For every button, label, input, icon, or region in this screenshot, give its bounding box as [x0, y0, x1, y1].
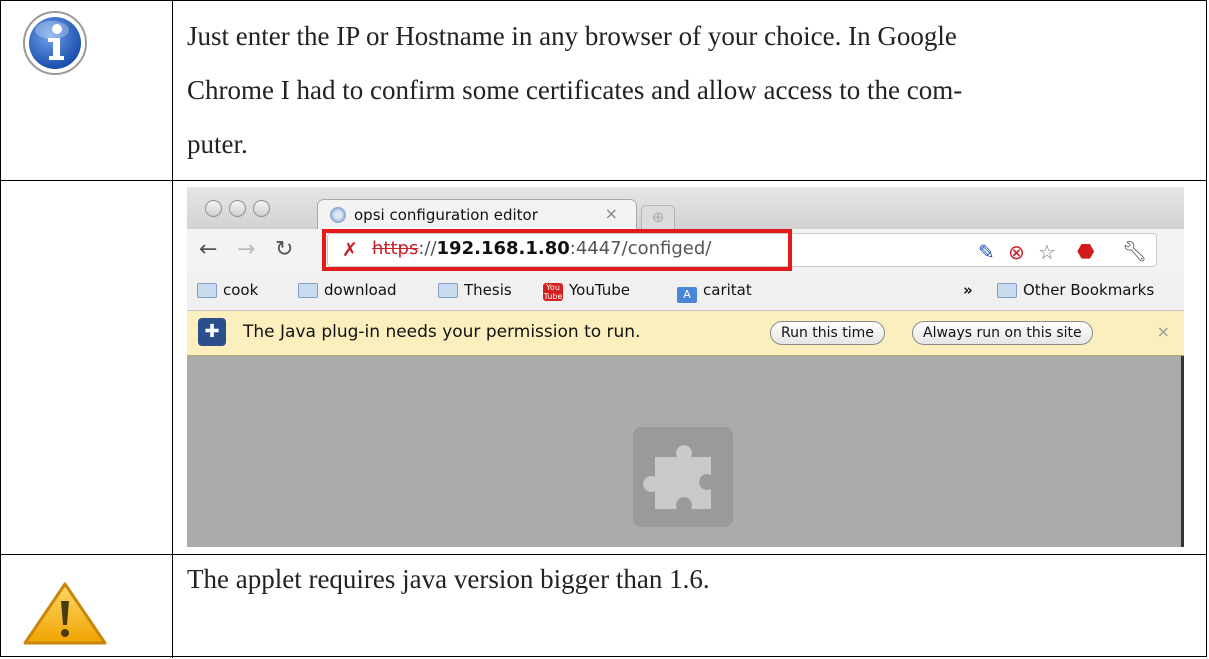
bookmark-label: caritat: [703, 281, 752, 299]
url-highlight-box: [322, 229, 792, 271]
warning-icon: [23, 582, 107, 645]
bookmark-thesis[interactable]: Thesis: [438, 281, 512, 299]
close-icon[interactable]: ×: [1157, 322, 1170, 341]
close-icon[interactable]: ×: [605, 204, 618, 223]
folder-icon: [438, 283, 458, 298]
java-permission-infobar: ✚ The Java plug-in needs your permission…: [187, 311, 1184, 356]
info-icon: [23, 11, 87, 75]
bookmarks-overflow-chevron[interactable]: »: [963, 281, 973, 299]
plugin-icon: ✚: [198, 318, 226, 346]
bookmarks-bar: cook download Thesis You Tube YouTube Acar…: [187, 273, 1184, 311]
bookmark-label: Other Bookmarks: [1023, 281, 1155, 299]
column-divider: [172, 181, 173, 554]
other-bookmarks[interactable]: Other Bookmarks: [997, 281, 1154, 299]
folder-icon: [197, 283, 217, 298]
bookmark-label: cook: [223, 281, 259, 299]
page-content: [187, 356, 1184, 547]
column-divider: [172, 1, 173, 180]
info-text: Just enter the IP or Hostname in any bro…: [187, 9, 1187, 171]
extension-pen-icon[interactable]: ✎: [978, 240, 995, 264]
tab-title: opsi configuration editor: [354, 206, 538, 224]
zoom-window-button[interactable]: [253, 200, 270, 217]
bookmark-caritat[interactable]: Acaritat: [677, 281, 752, 303]
blocked-icon[interactable]: ⊗: [1008, 240, 1025, 264]
warning-text: The applet requires java version bigger …: [187, 555, 710, 603]
youtube-icon: You Tube: [543, 283, 563, 301]
back-arrow-icon[interactable]: ←: [199, 237, 217, 262]
text-line: Chrome I had to confirm some certificate…: [187, 75, 963, 105]
wrench-icon[interactable]: 🔧︎: [1122, 239, 1147, 263]
globe-icon: [330, 207, 346, 223]
reload-icon[interactable]: ↻: [275, 237, 293, 262]
stop-icon[interactable]: ⬣: [1077, 239, 1094, 263]
table-row: Just enter the IP or Hostname in any bro…: [1, 1, 1206, 181]
bookmark-label: YouTube: [569, 281, 630, 299]
star-icon[interactable]: ☆: [1038, 240, 1056, 264]
infobar-message: The Java plug-in needs your permission t…: [243, 322, 641, 342]
forward-arrow-icon[interactable]: →: [237, 237, 255, 262]
bookmark-youtube[interactable]: You Tube YouTube: [543, 281, 630, 301]
close-window-button[interactable]: [205, 200, 222, 217]
translate-icon: A: [677, 287, 697, 303]
always-run-button[interactable]: Always run on this site: [912, 321, 1093, 345]
bookmark-label: Thesis: [464, 281, 512, 299]
column-divider: [172, 555, 173, 658]
plus-icon: ⊕: [651, 208, 665, 226]
text-line: The applet requires java version bigger …: [187, 564, 710, 594]
bookmark-cook[interactable]: cook: [197, 281, 258, 299]
browser-screenshot: opsi configuration editor × ⊕ ← → ↻ ✗ ht…: [187, 187, 1184, 547]
new-tab-button[interactable]: ⊕: [641, 205, 675, 229]
tab-bar: opsi configuration editor × ⊕: [187, 187, 1184, 231]
folder-icon: [997, 283, 1017, 298]
window-edge: [1181, 356, 1184, 547]
bookmark-download[interactable]: download: [298, 281, 397, 299]
tab-opsi-configuration-editor[interactable]: opsi configuration editor ×: [317, 199, 637, 231]
text-line: Just enter the IP or Hostname in any bro…: [187, 21, 957, 51]
puzzle-piece-icon[interactable]: [633, 427, 733, 527]
text-line: puter.: [187, 129, 248, 159]
run-this-time-button[interactable]: Run this time: [770, 321, 885, 345]
toolbar: ← → ↻ ✗ https://192.168.1.80:4447/config…: [187, 229, 1184, 273]
table-row: The applet requires java version bigger …: [1, 555, 1206, 658]
folder-icon: [298, 283, 318, 298]
bookmark-label: download: [324, 281, 397, 299]
minimize-window-button[interactable]: [229, 200, 246, 217]
